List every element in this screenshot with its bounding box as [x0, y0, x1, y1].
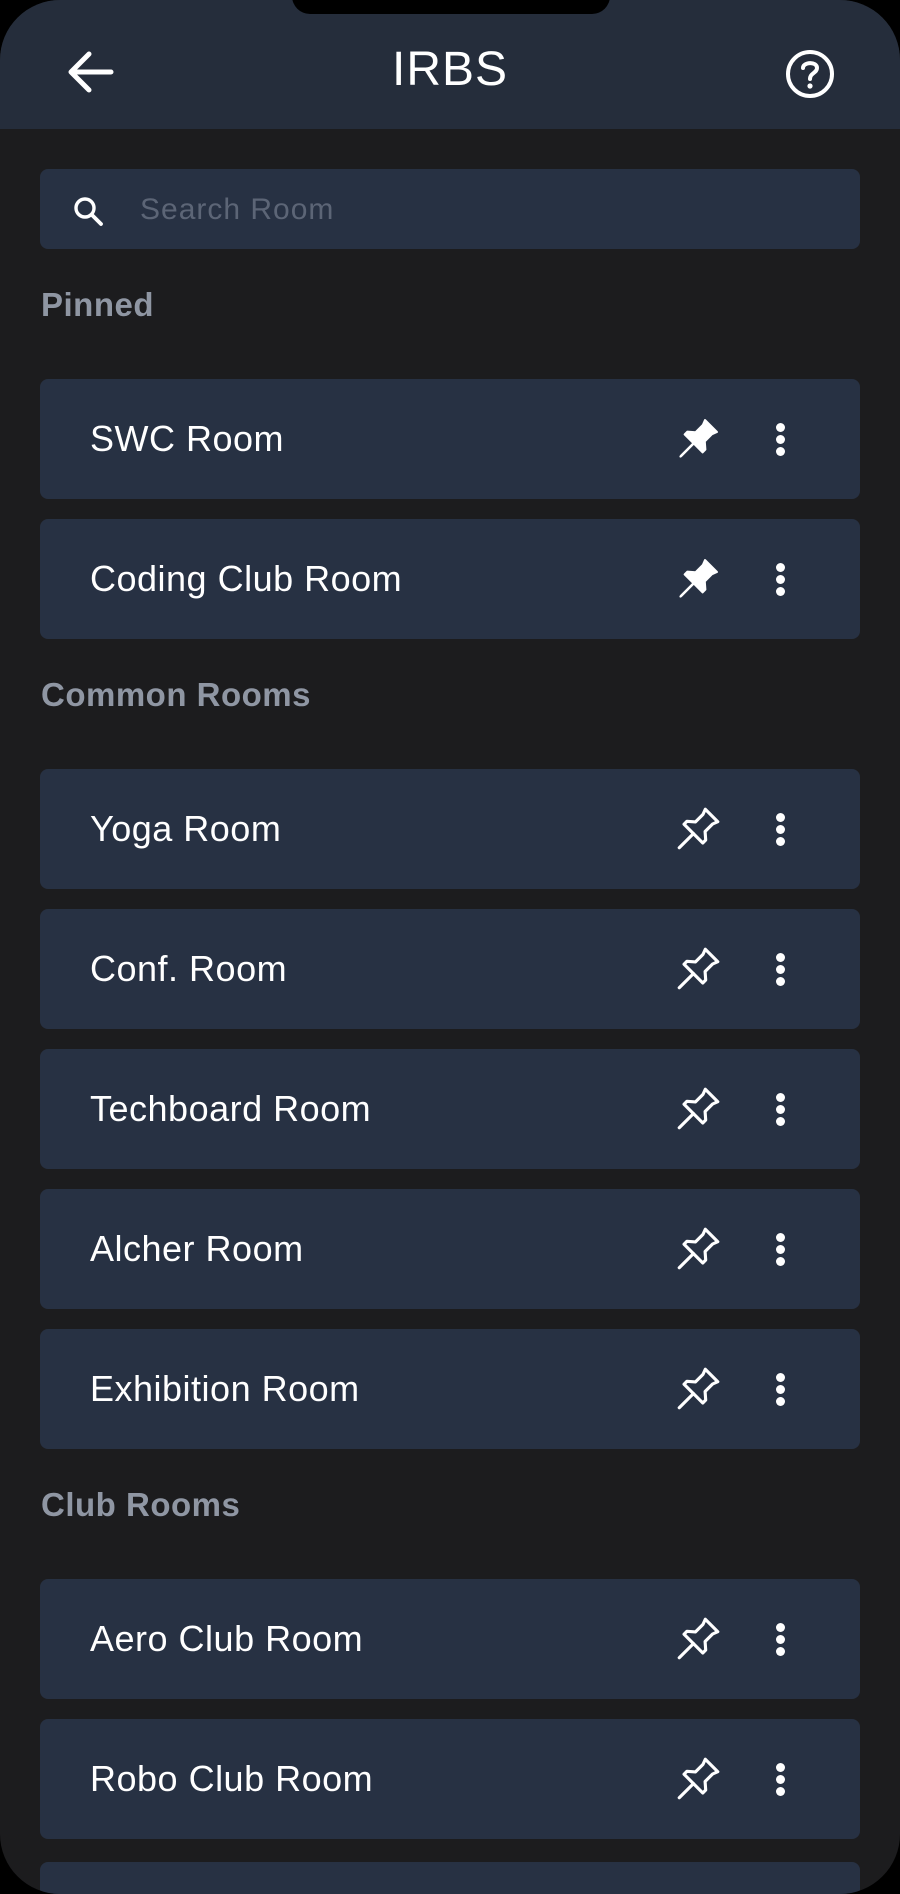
section-heading-club-rooms: Club Rooms: [41, 1486, 241, 1523]
room-card-alcher-room[interactable]: Alcher Room: [40, 1189, 860, 1309]
pin-outline-icon: [677, 1227, 720, 1270]
room-card-swc-room[interactable]: SWC Room: [40, 379, 860, 499]
more-options-button[interactable]: [760, 1359, 800, 1419]
more-vertical-icon: [775, 1620, 785, 1659]
room-card-yoga-room[interactable]: Yoga Room: [40, 769, 860, 889]
room-card-exhibition-room[interactable]: Exhibition Room: [40, 1329, 860, 1449]
room-name: Techboard Room: [90, 1088, 372, 1129]
pin-button[interactable]: [668, 799, 728, 859]
more-vertical-icon: [775, 1760, 785, 1799]
room-card-robo-club-room[interactable]: Robo Club Room: [40, 1719, 860, 1839]
search-input[interactable]: [138, 180, 842, 240]
unpin-button[interactable]: [668, 409, 728, 469]
room-card-aero-club-room[interactable]: Aero Club Room: [40, 1579, 860, 1699]
pin-button[interactable]: [668, 1219, 728, 1279]
more-options-button[interactable]: [760, 1749, 800, 1809]
more-vertical-icon: [775, 1230, 785, 1269]
room-name: Coding Club Room: [90, 558, 403, 599]
more-vertical-icon: [775, 1370, 785, 1409]
more-options-button[interactable]: [760, 549, 800, 609]
room-name: Yoga Room: [90, 808, 282, 849]
room-card-coding-club-room[interactable]: Coding Club Room: [40, 519, 860, 639]
room-name: Exhibition Room: [90, 1368, 360, 1409]
more-vertical-icon: [775, 810, 785, 849]
pin-outline-icon: [677, 947, 720, 990]
back-button[interactable]: [58, 44, 122, 100]
more-options-button[interactable]: [760, 939, 800, 999]
room-name: SWC Room: [90, 418, 285, 459]
room-card-techboard-room[interactable]: Techboard Room: [40, 1049, 860, 1169]
unpin-button[interactable]: [668, 549, 728, 609]
more-vertical-icon: [775, 420, 785, 459]
pin-outline-icon: [677, 1367, 720, 1410]
room-name: Aero Club Room: [90, 1618, 364, 1659]
pin-outline-icon: [677, 1757, 720, 1800]
pin-button[interactable]: [668, 939, 728, 999]
screen: IRBS Pinned SWC Room Coding Club Room Com…: [0, 0, 900, 1894]
more-options-button[interactable]: [760, 409, 800, 469]
room-name: Alcher Room: [90, 1228, 304, 1269]
more-options-button[interactable]: [760, 799, 800, 859]
search-icon: [74, 197, 103, 226]
more-vertical-icon: [775, 560, 785, 599]
pin-button[interactable]: [668, 1359, 728, 1419]
pin-filled-icon: [679, 419, 718, 458]
page-title: IRBS: [391, 43, 509, 96]
room-name: Conf. Room: [90, 948, 288, 989]
section-heading-pinned: Pinned: [41, 286, 155, 323]
help-button[interactable]: [780, 44, 840, 104]
room-name: Robo Club Room: [90, 1758, 374, 1799]
pin-button[interactable]: [668, 1079, 728, 1139]
pin-outline-icon: [677, 807, 720, 850]
room-card-conf-room[interactable]: Conf. Room: [40, 909, 860, 1029]
help-circle-icon: [786, 50, 834, 98]
more-options-button[interactable]: [760, 1219, 800, 1279]
more-vertical-icon: [775, 1090, 785, 1129]
arrow-left-icon: [68, 51, 114, 93]
more-options-button[interactable]: [760, 1079, 800, 1139]
pin-button[interactable]: [668, 1749, 728, 1809]
pin-outline-icon: [677, 1087, 720, 1130]
room-card-partial[interactable]: [40, 1862, 860, 1894]
pin-filled-icon: [679, 559, 718, 598]
more-options-button[interactable]: [760, 1609, 800, 1669]
device-notch: [292, 0, 610, 14]
section-heading-common-rooms: Common Rooms: [41, 676, 311, 713]
pin-outline-icon: [677, 1617, 720, 1660]
more-vertical-icon: [775, 950, 785, 989]
app-bar: IRBS: [0, 0, 900, 129]
pin-button[interactable]: [668, 1609, 728, 1669]
